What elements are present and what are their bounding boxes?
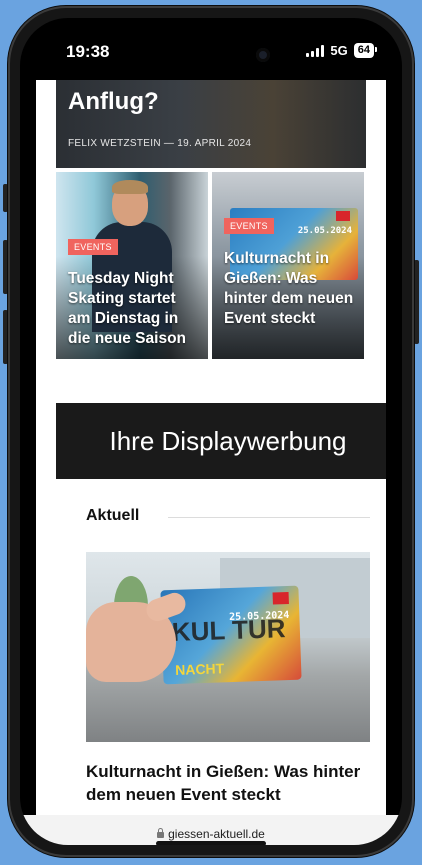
flyer-logo-icon bbox=[336, 211, 350, 221]
person-hair bbox=[112, 180, 148, 194]
flyer-headline: KUL TUR bbox=[171, 613, 286, 648]
article-card-kulturnacht[interactable]: 25.05.2024 EVENTS Kulturnacht in Gießen:… bbox=[212, 172, 364, 359]
section-divider bbox=[168, 517, 370, 518]
card-title[interactable]: Kulturnacht in Gießen: Was hinter dem ne… bbox=[224, 249, 356, 329]
status-indicators: 5G 64 bbox=[306, 43, 378, 58]
power-button[interactable] bbox=[414, 260, 419, 344]
category-tag[interactable]: EVENTS bbox=[224, 218, 274, 234]
article-card-skating[interactable]: EVENTS Tuesday Night Skating startet am … bbox=[56, 172, 208, 359]
status-bar: 19:38 5G 64 bbox=[20, 18, 402, 80]
battery-icon: 64 bbox=[353, 43, 378, 58]
hero-meta: FELIX WETZSTEIN — 19. APRIL 2024 bbox=[68, 138, 252, 149]
section-heading: Aktuell bbox=[86, 507, 140, 524]
network-type: 5G bbox=[330, 43, 348, 58]
home-indicator[interactable] bbox=[156, 841, 266, 845]
url-display[interactable]: giessen-aktuell.de bbox=[157, 827, 265, 841]
card-title[interactable]: Tuesday Night Skating startet am Diensta… bbox=[68, 269, 200, 349]
url-text[interactable]: giessen-aktuell.de bbox=[168, 827, 265, 841]
phone-frame: 19:38 5G 64 Anflug? FELIX WETZSTEIN — 19… bbox=[8, 6, 414, 857]
hero-title[interactable]: Anflug? bbox=[68, 88, 159, 116]
flyer-subline: NACHT bbox=[174, 660, 225, 678]
web-content[interactable]: Anflug? FELIX WETZSTEIN — 19. APRIL 2024… bbox=[36, 80, 386, 815]
front-camera-icon bbox=[256, 48, 270, 62]
category-tag[interactable]: EVENTS bbox=[68, 239, 118, 255]
phone-screen: 19:38 5G 64 Anflug? FELIX WETZSTEIN — 19… bbox=[20, 18, 402, 845]
signal-icon bbox=[306, 44, 325, 57]
article-image[interactable]: 25.05.2024 KUL TUR NACHT bbox=[86, 552, 370, 742]
flyer-date: 25.05.2024 bbox=[297, 226, 352, 236]
status-time: 19:38 bbox=[66, 42, 110, 61]
lock-icon bbox=[157, 828, 165, 838]
hero-article[interactable]: Anflug? FELIX WETZSTEIN — 19. APRIL 2024 bbox=[56, 80, 366, 168]
display-ad-banner[interactable]: Ihre Displaywerbung bbox=[56, 403, 386, 479]
flyer-logo-icon bbox=[272, 591, 289, 605]
article-title[interactable]: Kulturnacht in Gießen: Was hinter dem ne… bbox=[86, 760, 376, 806]
